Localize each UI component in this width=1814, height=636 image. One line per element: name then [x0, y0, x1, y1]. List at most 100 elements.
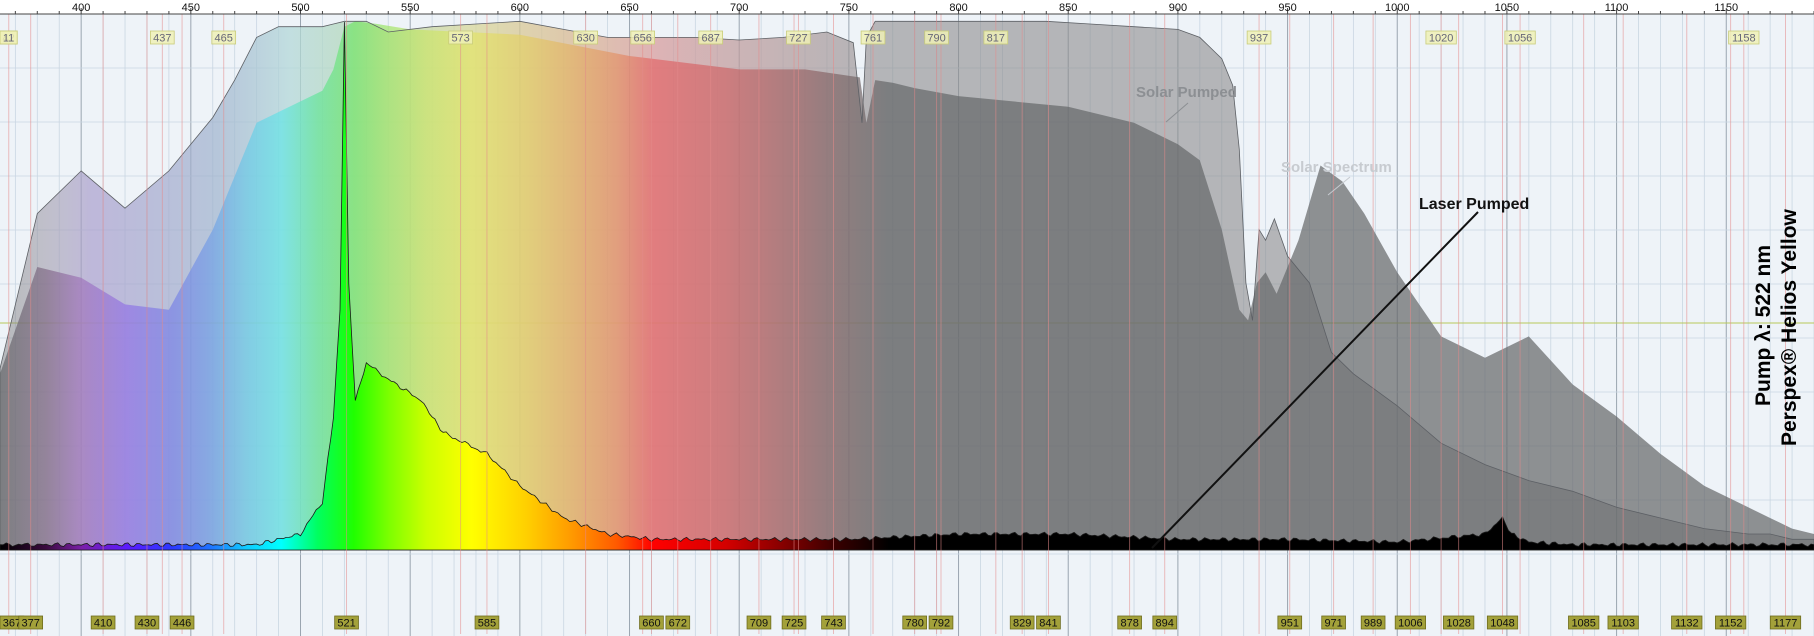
- svg-text:971: 971: [1324, 618, 1342, 630]
- laser-pumped-label: Laser Pumped: [1419, 196, 1529, 213]
- svg-text:585: 585: [478, 618, 496, 630]
- top-peak-badge: 573: [448, 30, 473, 45]
- svg-text:1056: 1056: [1508, 33, 1532, 45]
- x-tick-label: 1100: [1605, 2, 1629, 14]
- top-peak-badge: 1056: [1504, 30, 1536, 45]
- x-axis: 400 450 500 550 600 650 700 750 800 850 900 950 1000…: [0, 0, 1814, 15]
- svg-text:573: 573: [451, 33, 469, 45]
- peak-badge: 709: [746, 615, 772, 630]
- pump-wavelength-label: Pump λ: 522 nm: [1752, 245, 1775, 406]
- peak-badge: 1177: [1769, 615, 1802, 630]
- x-tick-label: 850: [1059, 2, 1077, 14]
- svg-text:937: 937: [1250, 33, 1268, 45]
- x-tick-label: 950: [1278, 2, 1296, 14]
- peak-badge: 989: [1360, 615, 1386, 630]
- svg-text:1152: 1152: [1719, 618, 1743, 630]
- peak-badge: 1028: [1443, 615, 1475, 630]
- svg-text:761: 761: [864, 33, 882, 45]
- svg-text:660: 660: [642, 618, 660, 630]
- peak-badge: 1132: [1671, 615, 1703, 630]
- peak-badge: 446: [169, 615, 195, 630]
- peak-badge: 971: [1321, 615, 1346, 630]
- peak-badge: 780: [902, 615, 927, 630]
- top-peak-badge: 761: [860, 30, 886, 45]
- svg-text:1132: 1132: [1675, 618, 1699, 630]
- svg-text:709: 709: [750, 618, 768, 630]
- peak-badge: 660: [639, 615, 664, 630]
- svg-text:743: 743: [824, 618, 842, 630]
- peak-badge: 410: [90, 615, 116, 630]
- svg-text:1158: 1158: [1732, 33, 1756, 45]
- top-peak-badge: 1158: [1728, 30, 1760, 45]
- top-peak-badge: 465: [211, 30, 237, 45]
- peak-badge: 1152: [1715, 615, 1747, 630]
- peak-badge: 672: [665, 615, 691, 630]
- top-peak-badge: 790: [924, 30, 949, 45]
- svg-text:521: 521: [337, 618, 355, 630]
- svg-text:841: 841: [1039, 618, 1057, 630]
- top-peak-badge: 437: [150, 30, 175, 45]
- svg-text:465: 465: [215, 33, 233, 45]
- peak-badge: 829: [1009, 615, 1035, 630]
- svg-text:687: 687: [702, 33, 720, 45]
- svg-text:780: 780: [905, 618, 923, 630]
- x-tick-label: 450: [182, 2, 200, 14]
- svg-text:1048: 1048: [1490, 618, 1514, 630]
- peak-badge: 878: [1117, 615, 1142, 630]
- svg-text:1006: 1006: [1398, 618, 1422, 630]
- svg-text:1103: 1103: [1611, 618, 1635, 630]
- peak-badge: 585: [474, 615, 500, 630]
- top-peak-badge: 656: [630, 30, 655, 45]
- x-tick-label: 800: [949, 2, 967, 14]
- x-tick-label: 1150: [1714, 2, 1738, 14]
- top-peak-badge: 11: [0, 30, 18, 45]
- peak-badge: 1048: [1486, 615, 1519, 630]
- top-peak-badge: 937: [1246, 30, 1272, 45]
- x-axis-band: [0, 0, 1814, 14]
- svg-text:1020: 1020: [1429, 33, 1453, 45]
- x-tick-label: 400: [72, 2, 90, 14]
- sample-name-label: Perspex® Helios Yellow: [1778, 208, 1801, 446]
- x-tick-label: 550: [401, 2, 419, 14]
- peak-badge: 725: [781, 615, 807, 630]
- x-tick-label: 700: [730, 2, 748, 14]
- x-tick-label: 1000: [1385, 2, 1409, 14]
- peak-badge: 743: [821, 615, 846, 630]
- peak-badge: 841: [1036, 615, 1061, 630]
- svg-text:878: 878: [1120, 618, 1138, 630]
- top-peak-badge: 1020: [1425, 30, 1457, 45]
- x-tick-label: 750: [840, 2, 858, 14]
- svg-text:672: 672: [669, 618, 687, 630]
- svg-text:11: 11: [3, 33, 14, 45]
- svg-text:630: 630: [576, 33, 594, 45]
- x-tick-label: 900: [1169, 2, 1187, 14]
- svg-text:894: 894: [1156, 618, 1174, 630]
- svg-text:437: 437: [153, 33, 171, 45]
- svg-text:817: 817: [987, 33, 1005, 45]
- peak-badge: 1085: [1568, 615, 1600, 630]
- svg-text:951: 951: [1281, 618, 1299, 630]
- svg-text:792: 792: [932, 618, 950, 630]
- peak-badge: 430: [134, 615, 160, 630]
- svg-text:989: 989: [1364, 618, 1382, 630]
- svg-text:727: 727: [789, 33, 807, 45]
- svg-text:1085: 1085: [1571, 618, 1595, 630]
- svg-text:430: 430: [138, 618, 156, 630]
- x-tick-label: 500: [291, 2, 309, 14]
- top-peak-badge: 630: [573, 30, 598, 45]
- peak-badge: 377: [18, 615, 44, 630]
- solar-pumped-label: Solar Pumped: [1136, 84, 1237, 101]
- emission-spectrum-chart: 400 450 500 550 600 650 700 750 800 850 900 950 1000…: [0, 0, 1814, 636]
- svg-text:790: 790: [927, 33, 945, 45]
- top-peak-badge: 687: [698, 30, 723, 45]
- top-peak-badge: 817: [983, 30, 1009, 45]
- peak-badge: 521: [334, 615, 359, 630]
- svg-text:1177: 1177: [1774, 618, 1798, 630]
- svg-text:656: 656: [634, 33, 652, 45]
- peak-badge: 1006: [1394, 615, 1427, 630]
- x-tick-label: 1050: [1495, 2, 1519, 14]
- peak-badge: 1103: [1607, 615, 1639, 630]
- svg-text:367: 367: [3, 618, 21, 630]
- svg-text:725: 725: [785, 618, 803, 630]
- svg-text:829: 829: [1013, 618, 1031, 630]
